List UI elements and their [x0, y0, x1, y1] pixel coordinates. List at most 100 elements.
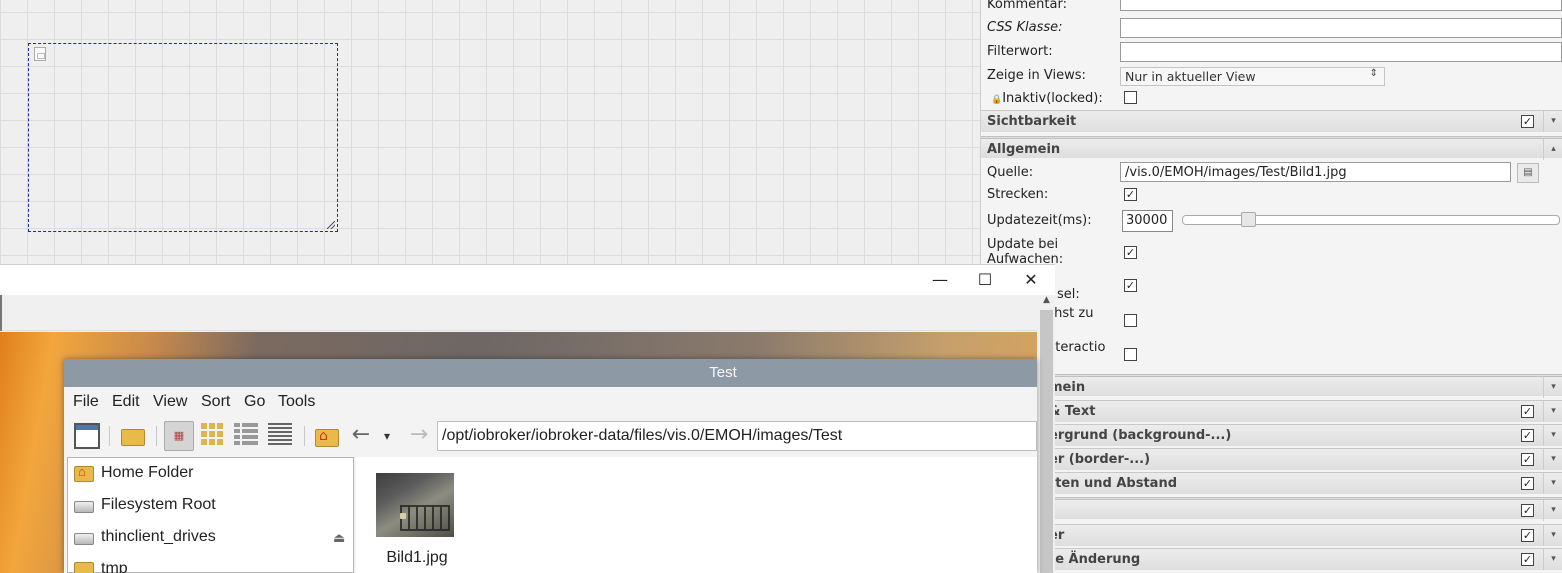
lock-icon: 🔒 [991, 95, 1003, 105]
section-lower-4-checkbox[interactable]: ✓ [1521, 477, 1534, 490]
row-partial-2: chst zu [981, 305, 1562, 337]
minimize-icon[interactable]: — [925, 269, 955, 291]
quelle-field[interactable]: /vis.0/EMOH/images/Test/Bild1.jpg [1120, 162, 1511, 182]
row-zeige-in-views: Zeige in Views: Nur in aktueller View [981, 66, 1562, 88]
places-sidebar: Home Folder Filesystem Root thinclient_d… [67, 457, 354, 573]
css-klasse-field[interactable] [1120, 18, 1562, 38]
partial-3-checkbox[interactable] [1124, 348, 1137, 361]
chevron-down-icon[interactable]: ▾ [1543, 425, 1562, 446]
quelle-label: Quelle: [987, 165, 1034, 180]
menu-sort[interactable]: Sort [201, 393, 230, 411]
chevron-up-icon[interactable]: ▴ [1543, 139, 1562, 160]
slider-thumb[interactable] [1241, 212, 1256, 227]
compact-view-icon[interactable] [234, 423, 260, 449]
section-lower-0[interactable]: mein ▾ [981, 374, 1562, 398]
chevron-down-icon[interactable]: ▾ [1543, 473, 1562, 494]
file-manager-titlebar[interactable]: Test [64, 359, 1037, 387]
menu-tools[interactable]: Tools [278, 393, 315, 411]
section-allgemein[interactable]: Allgemein ▴ [981, 136, 1562, 160]
section-lower-6-checkbox[interactable]: ✓ [1521, 529, 1534, 542]
chevron-down-icon[interactable]: ▾ [1543, 377, 1562, 398]
section-lower-1-title: & Text [1049, 404, 1096, 419]
path-input[interactable]: /opt/iobroker/iobroker-data/files/vis.0/… [437, 421, 1037, 451]
section-lower-5-checkbox[interactable]: ✓ [1521, 504, 1534, 517]
vertical-scrollbar[interactable]: ▲ [1038, 295, 1055, 573]
partial-3-label: nteractio [1047, 340, 1106, 355]
new-folder-icon[interactable] [121, 423, 147, 449]
menu-edit[interactable]: Edit [112, 393, 140, 411]
updatezeit-label: Updatezeit(ms): [987, 213, 1092, 228]
section-lower-4[interactable]: tten und Abstand ✓ ▾ [981, 472, 1562, 494]
new-window-icon[interactable] [74, 423, 100, 449]
section-allgemein-title: Allgemein [987, 142, 1061, 157]
scroll-up-icon[interactable]: ▲ [1038, 295, 1055, 309]
icon-view-icon[interactable]: ▦ [164, 421, 194, 451]
properties-panel: Kommentar: CSS Klasse: Filterwort: Zeige… [980, 0, 1562, 573]
chevron-down-icon[interactable]: ▾ [1543, 500, 1562, 521]
chevron-down-icon[interactable]: ▾ [1543, 549, 1562, 570]
thumbnail-view-icon[interactable] [201, 423, 227, 449]
strecken-checkbox[interactable]: ✓ [1124, 188, 1137, 201]
updatezeit-field[interactable]: 30000 [1122, 210, 1173, 232]
toolbar-divider [304, 426, 305, 446]
zeige-in-views-value: Nur in aktueller View [1125, 69, 1256, 84]
back-arrow-icon[interactable]: ← [348, 423, 374, 449]
history-dropdown-icon[interactable]: ▾ [378, 423, 396, 449]
chevron-down-icon[interactable]: ▾ [1543, 525, 1562, 546]
resize-handle[interactable] [327, 221, 335, 229]
zeige-in-views-label: Zeige in Views: [987, 68, 1086, 83]
chevron-down-icon[interactable]: ▾ [1543, 401, 1562, 422]
image-thumbnail[interactable] [376, 473, 454, 537]
section-lower-2-checkbox[interactable]: ✓ [1521, 429, 1534, 442]
maximize-icon[interactable]: ☐ [970, 269, 1000, 291]
partial-1-checkbox[interactable]: ✓ [1124, 279, 1137, 292]
updatezeit-slider[interactable] [1182, 212, 1560, 227]
window-titlebar[interactable]: — ☐ ✕ [0, 265, 1055, 295]
kommentar-label: Kommentar: [987, 0, 1067, 12]
inaktiv-checkbox[interactable] [1124, 91, 1137, 104]
section-lower-3-checkbox[interactable]: ✓ [1521, 453, 1534, 466]
scrollbar-thumb[interactable] [1040, 310, 1053, 573]
kommentar-field[interactable] [1120, 0, 1562, 11]
section-lower-1-checkbox[interactable]: ✓ [1521, 405, 1534, 418]
chevron-down-icon[interactable]: ▾ [1543, 111, 1562, 132]
drive-icon [74, 533, 94, 545]
drive-icon [74, 501, 94, 513]
section-lower-2[interactable]: ergrund (background-...) ✓ ▾ [981, 424, 1562, 446]
section-lower-6[interactable]: er ✓ ▾ [981, 524, 1562, 546]
filterwort-field[interactable] [1120, 42, 1562, 62]
section-lower-7-title: te Änderung [1049, 552, 1141, 567]
section-lower-7-checkbox[interactable]: ✓ [1521, 553, 1534, 566]
section-sichtbarkeit-title: Sichtbarkeit [987, 114, 1077, 129]
sidebar-item-tmp[interactable]: tmp [71, 556, 351, 573]
section-sichtbarkeit[interactable]: Sichtbarkeit ✓ ▾ [981, 110, 1562, 132]
sidebar-item-filesystem-root[interactable]: Filesystem Root [71, 492, 351, 520]
section-lower-7[interactable]: te Änderung ✓ ▾ [981, 548, 1562, 570]
partial-2-checkbox[interactable] [1124, 314, 1137, 327]
update-bei-aufwachen-label-1: Update bei [987, 237, 1059, 252]
file-list: Bild1.jpg [356, 457, 1037, 573]
update-bei-aufwachen-checkbox[interactable]: ✓ [1124, 246, 1137, 259]
home-icon[interactable] [314, 423, 340, 449]
section-lower-3[interactable]: er (border-...) ✓ ▾ [981, 448, 1562, 470]
menu-go[interactable]: Go [244, 393, 265, 411]
eject-icon[interactable]: ⏏ [333, 530, 345, 546]
menu-file[interactable]: File [73, 393, 99, 411]
window-edge [0, 295, 2, 331]
section-sichtbarkeit-checkbox[interactable]: ✓ [1521, 115, 1534, 128]
section-lower-1[interactable]: & Text ✓ ▾ [981, 400, 1562, 422]
chevron-down-icon[interactable]: ▾ [1543, 449, 1562, 470]
menu-view[interactable]: View [153, 393, 187, 411]
forward-arrow-icon[interactable]: → [406, 423, 432, 449]
browse-icon[interactable]: ▤ [1517, 163, 1539, 183]
menu-bar: File Edit View Sort Go Tools [64, 387, 1037, 417]
section-lower-5[interactable]: ✓ ▾ [981, 497, 1562, 521]
sidebar-item-home-folder[interactable]: Home Folder [71, 460, 351, 488]
image-widget[interactable] [28, 43, 338, 232]
list-view-icon[interactable] [268, 423, 294, 449]
row-filterwort: Filterwort: [981, 42, 1562, 64]
close-icon[interactable]: ✕ [1016, 269, 1046, 291]
sidebar-item-thinclient-drives[interactable]: thinclient_drives ⏏ [71, 524, 351, 552]
row-kommentar: Kommentar: [981, 0, 1562, 16]
zeige-in-views-select[interactable]: Nur in aktueller View [1120, 67, 1385, 86]
